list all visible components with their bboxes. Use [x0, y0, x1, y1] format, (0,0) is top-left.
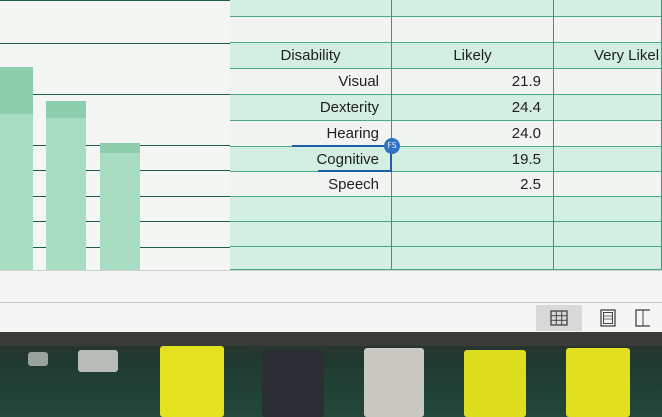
page-break-icon — [634, 309, 650, 327]
header-cell-very-likely[interactable]: Very Likel — [554, 43, 662, 69]
grid-cell[interactable] — [554, 69, 662, 95]
row-label-cell[interactable]: Visual — [230, 69, 392, 95]
grid-icon — [550, 310, 568, 326]
grid-cell[interactable] — [554, 147, 662, 172]
page-layout-view-button[interactable] — [585, 305, 631, 331]
grid-cell[interactable] — [392, 197, 554, 222]
row-label-cell[interactable]: Cognitive — [230, 147, 392, 172]
likely-value-cell[interactable]: 2.5 — [392, 172, 554, 197]
likely-value-cell[interactable]: 24.4 — [392, 95, 554, 121]
likely-value-cell[interactable]: 19.5 — [392, 147, 554, 172]
hardware-component — [464, 350, 526, 417]
grid-cell[interactable] — [392, 17, 554, 43]
chart-bar[interactable] — [46, 101, 86, 270]
selection-handle[interactable]: FS — [384, 138, 400, 154]
selection-border-top — [292, 145, 392, 147]
likely-value-cell[interactable]: 21.9 — [392, 69, 554, 95]
row-label-cell[interactable]: Hearing — [230, 121, 392, 147]
chart-bar[interactable] — [100, 143, 140, 270]
chart-bar-highlight — [0, 67, 33, 114]
status-divider — [0, 302, 662, 303]
row-label-cell[interactable]: Speech — [230, 172, 392, 197]
hardware-component — [566, 348, 630, 417]
grid-cell[interactable] — [554, 197, 662, 222]
chart-bar-highlight — [46, 101, 86, 118]
likely-value-cell[interactable]: 24.0 — [392, 121, 554, 147]
grid-cell[interactable] — [554, 0, 662, 17]
normal-view-button[interactable] — [536, 305, 582, 331]
grid-cell[interactable] — [554, 247, 662, 270]
hardware-component — [78, 350, 118, 372]
hardware-component — [28, 352, 48, 366]
grid-cell[interactable] — [230, 0, 392, 17]
selection-border-bottom — [318, 170, 392, 172]
row-label-cell[interactable]: Dexterity — [230, 95, 392, 121]
grid-cell[interactable] — [230, 247, 392, 270]
bar-chart[interactable] — [0, 0, 230, 270]
header-cell-likely[interactable]: Likely — [392, 43, 554, 69]
header-cell-disability[interactable]: Disability — [230, 43, 392, 69]
grid-cell[interactable] — [554, 121, 662, 147]
chart-gridline — [0, 94, 230, 95]
grid-cell[interactable] — [554, 17, 662, 43]
grid-cell[interactable] — [392, 222, 554, 247]
grid-cell[interactable] — [392, 0, 554, 17]
hardware-component — [364, 348, 424, 417]
grid-cell[interactable] — [392, 247, 554, 270]
grid-cell[interactable] — [230, 17, 392, 43]
grid-cell[interactable] — [554, 95, 662, 121]
chart-bar-highlight — [100, 143, 140, 153]
chart-gridline — [0, 43, 230, 44]
grid-cell[interactable] — [554, 172, 662, 197]
grid-cell[interactable] — [554, 222, 662, 247]
hardware-component — [160, 346, 224, 417]
page-break-view-button[interactable] — [634, 305, 662, 331]
hardware-component — [262, 350, 324, 417]
chart-gridline — [0, 0, 230, 1]
grid-cell[interactable] — [230, 197, 392, 222]
worksheet-grid: Disability Likely Very Likel Visual 21.9… — [230, 0, 662, 270]
hardware-rail — [0, 332, 662, 346]
page-layout-icon — [599, 309, 617, 327]
spreadsheet-window: Disability Likely Very Likel Visual 21.9… — [0, 0, 662, 332]
grid-cell[interactable] — [230, 222, 392, 247]
